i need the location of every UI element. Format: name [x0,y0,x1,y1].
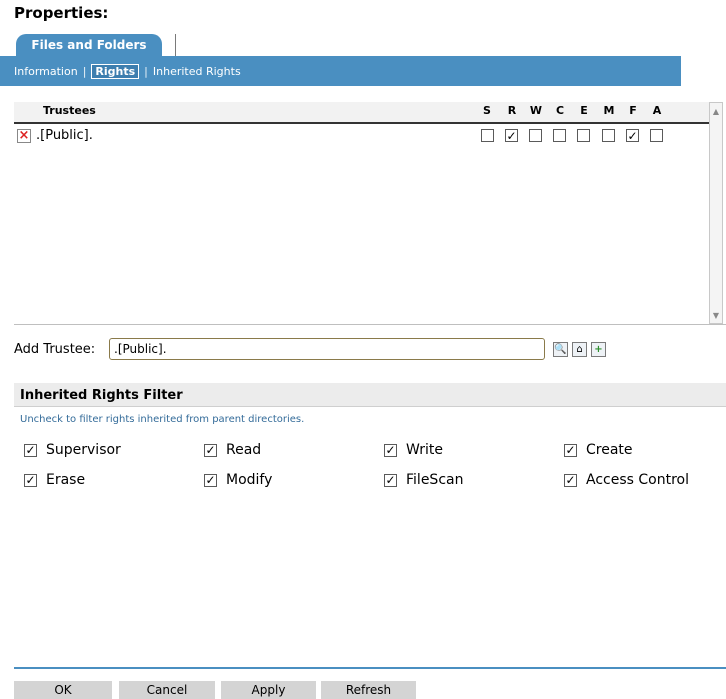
column-header-a: A [652,104,662,117]
remove-trustee-icon[interactable]: × [17,129,31,143]
subnav-separator: | [144,64,148,78]
filter-supervisor[interactable]: ✓ Supervisor [24,442,121,458]
filter-filescan[interactable]: ✓ FileScan [384,472,463,488]
column-header-c: C [555,104,565,117]
scroll-up-icon[interactable]: ▲ [709,103,723,119]
filter-checkbox-read[interactable]: ✓ [204,443,217,457]
filter-label-filescan: FileScan [406,472,464,488]
scroll-down-icon[interactable]: ▼ [709,307,723,323]
table-bottom-divider [14,324,726,325]
column-header-w: W [529,104,543,117]
filter-create[interactable]: ✓ Create [564,442,633,458]
trustees-column-header: Trustees [43,104,96,117]
filter-label-create: Create [586,442,633,458]
filter-label-read: Read [226,442,262,458]
filter-checkbox-erase[interactable]: ✓ [24,473,37,487]
filter-modify[interactable]: ✓ Modify [204,472,272,488]
filter-access-control[interactable]: ✓ Access Control [564,472,689,488]
column-header-f: F [629,104,637,117]
filter-checkbox-write[interactable]: ✓ [384,443,397,457]
browse-tree-icon[interactable]: ⌂ [572,342,587,357]
header-divider [14,122,710,124]
refresh-button[interactable]: Refresh [321,681,416,699]
right-checkbox-m[interactable] [602,129,615,142]
filter-checkbox-supervisor[interactable]: ✓ [24,443,37,457]
filter-checkbox-create[interactable]: ✓ [564,443,577,457]
column-header-m: M [603,104,615,117]
page-title: Properties: [14,4,109,22]
right-checkbox-c[interactable] [553,129,566,142]
filter-write[interactable]: ✓ Write [384,442,443,458]
inherited-filter-description: Uncheck to filter rights inherited from … [20,414,305,425]
filter-checkbox-modify[interactable]: ✓ [204,473,217,487]
tab-files-and-folders[interactable]: Files and Folders [16,34,162,56]
filter-label-erase: Erase [46,472,86,488]
column-header-s: S [483,104,491,117]
footer-divider [14,667,726,669]
search-icon[interactable]: 🔍 [553,342,568,357]
right-checkbox-s[interactable] [481,129,494,142]
right-checkbox-r[interactable]: ✓ [505,129,518,142]
add-trustee-label: Add Trustee: [14,342,96,357]
tab-divider [175,34,176,56]
right-checkbox-w[interactable] [529,129,542,142]
right-checkbox-a[interactable] [650,129,663,142]
subnav-information[interactable]: Information [14,65,78,78]
filter-checkbox-access-control[interactable]: ✓ [564,473,577,487]
subnav-bar: Information | Rights | Inherited Rights [0,56,681,86]
ok-button[interactable]: OK [14,681,112,699]
column-header-e: E [580,104,588,117]
filter-erase[interactable]: ✓ Erase [24,472,85,488]
cancel-button[interactable]: Cancel [119,681,215,699]
table-scrollbar[interactable] [709,102,723,324]
inherited-filter-title: Inherited Rights Filter [20,388,183,403]
filter-label-access-control: Access Control [586,472,689,488]
add-trustee-input[interactable] [109,338,545,360]
apply-button[interactable]: Apply [221,681,316,699]
right-checkbox-e[interactable] [577,129,590,142]
subnav-separator: | [82,64,87,78]
subnav-rights[interactable]: Rights [91,63,140,79]
filter-checkbox-filescan[interactable]: ✓ [384,473,397,487]
filter-read[interactable]: ✓ Read [204,442,261,458]
trustee-name: .[Public]. [36,128,93,143]
filter-label-write: Write [406,442,443,458]
filter-label-supervisor: Supervisor [46,442,121,458]
column-header-r: R [507,104,517,117]
right-checkbox-f[interactable]: ✓ [626,129,639,142]
subnav-inherited-rights[interactable]: Inherited Rights [153,65,241,78]
add-icon[interactable]: + [591,342,606,357]
filter-label-modify: Modify [226,472,273,488]
